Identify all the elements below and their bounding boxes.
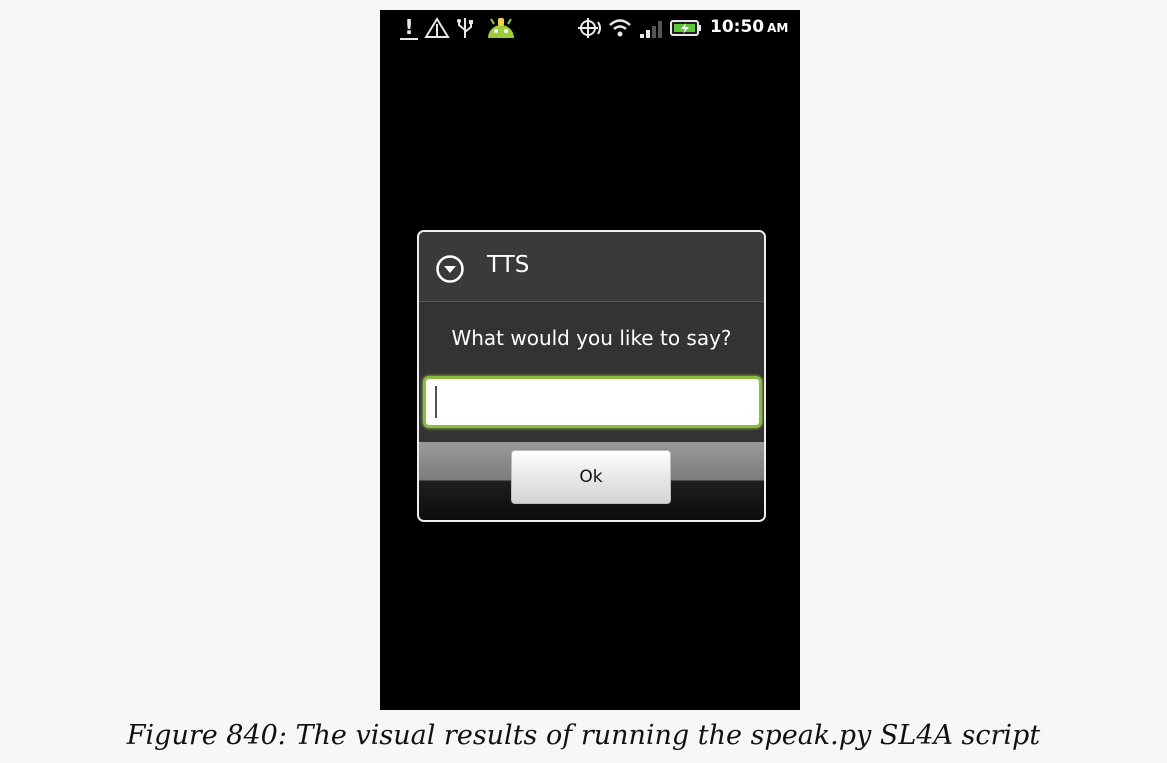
gps-icon [576,16,604,40]
speech-text-input[interactable] [423,376,762,428]
status-bar: ! 10:50 AM [380,10,800,46]
status-clock: 10:50 AM [710,17,788,37]
ok-button[interactable]: Ok [511,450,671,504]
dialog-message: What would you like to say? [451,326,732,350]
clock-ampm: AM [767,21,789,35]
phone-screen: ! 10:50 AM TTS What would you like to sa… [380,10,800,710]
usb-icon [454,16,476,40]
signal-icon [638,16,664,40]
dialog-title: TTS [487,252,530,278]
chevron-down-circle-icon [435,254,465,284]
clock-time: 10:50 [710,17,765,37]
dialog-button-bar: Ok [419,442,764,520]
warning-triangle-icon [424,16,450,40]
battery-charging-icon [670,16,702,40]
figure-caption: Figure 840: The visual results of runnin… [126,720,1041,751]
alert-icon: ! [400,16,418,40]
tts-dialog: TTS What would you like to say? Ok [417,230,766,522]
dialog-header: TTS [419,232,764,302]
android-debug-icon [484,16,518,40]
wifi-icon [608,16,632,40]
text-caret [435,386,437,418]
